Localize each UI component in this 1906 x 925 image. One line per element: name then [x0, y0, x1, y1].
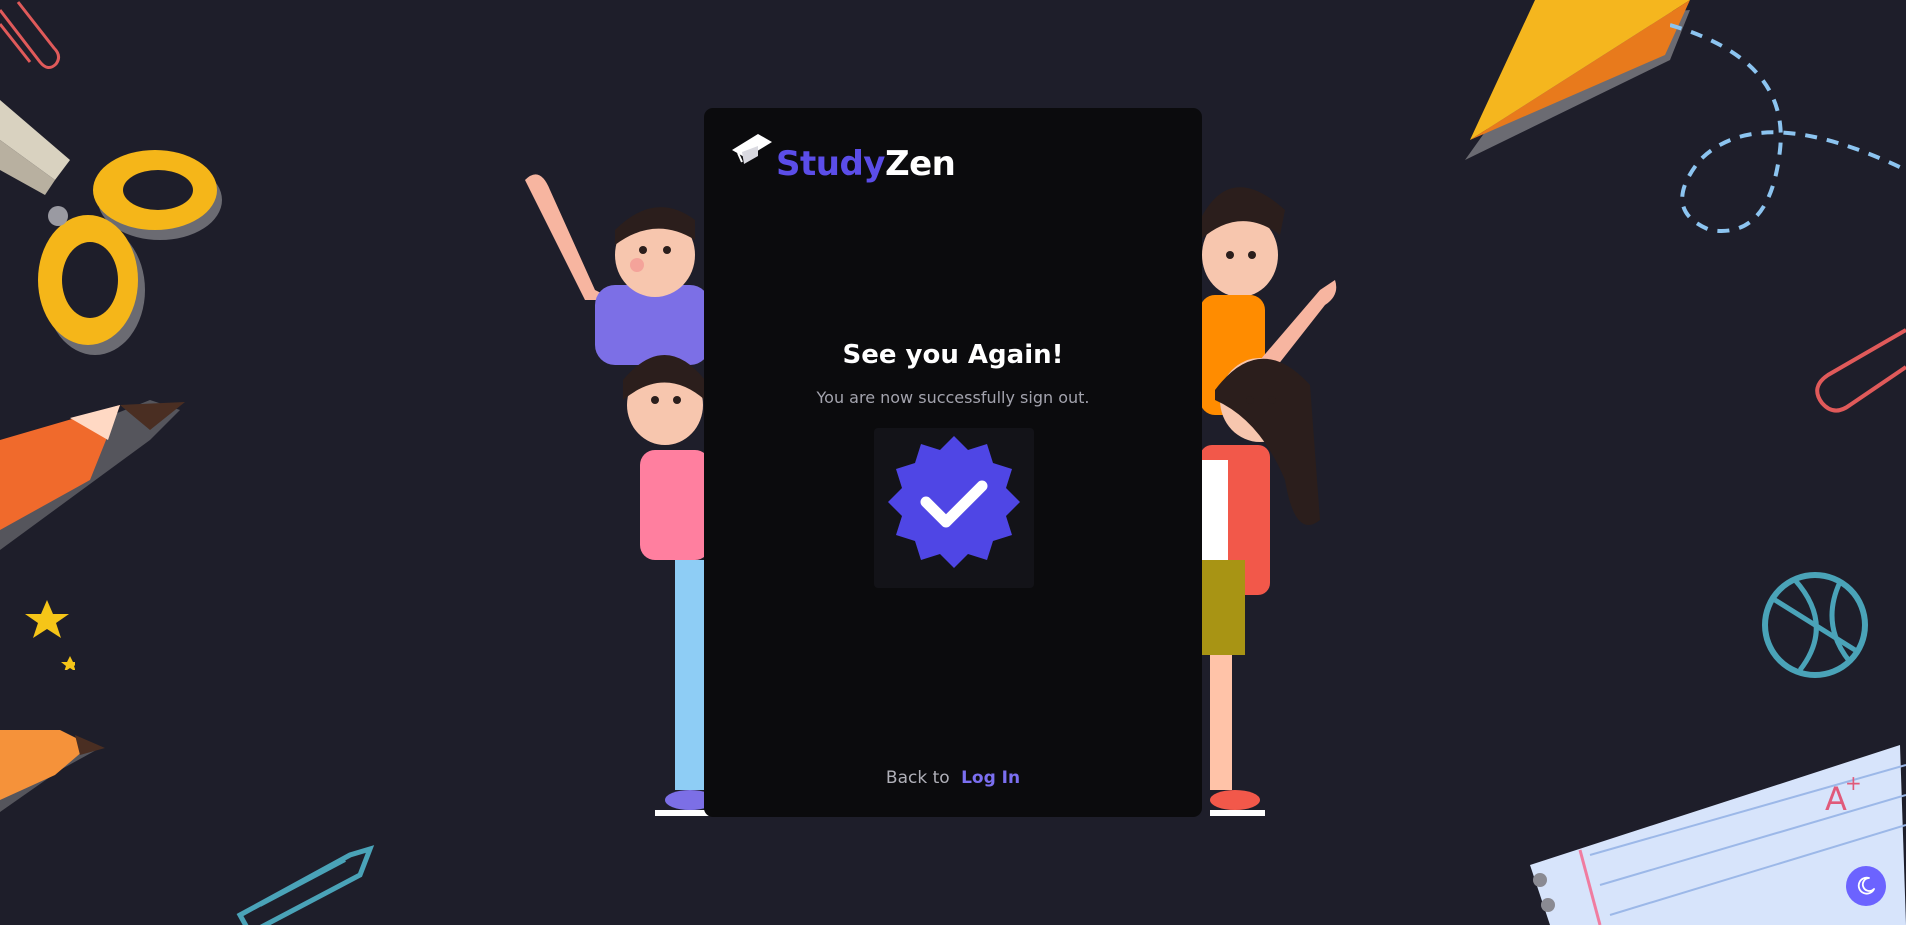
paperclip-right-icon	[1815, 328, 1906, 413]
star-icon	[25, 600, 75, 670]
pencil-small-icon	[0, 730, 105, 812]
verified-check-badge-icon	[888, 436, 1020, 568]
theme-toggle-button[interactable]	[1846, 866, 1886, 906]
students-right-illustration	[1200, 187, 1337, 816]
graduation-cap-icon	[732, 134, 772, 164]
notebook-icon: A +	[1530, 745, 1906, 925]
sign-out-page: A + StudyZen See you Again! You are now …	[0, 0, 1906, 925]
students-left-illustration	[525, 174, 710, 816]
svg-text:A: A	[1825, 780, 1847, 818]
page-title: See you Again!	[842, 340, 1064, 370]
basketball-icon	[1762, 572, 1868, 678]
back-to-login: Back to Log In	[704, 768, 1202, 788]
paperclip-icon	[0, 1, 61, 69]
badge-container	[874, 428, 1034, 588]
pencil-icon	[0, 400, 185, 550]
svg-text:+: +	[1845, 771, 1862, 795]
brand-name-part2: Zen	[884, 144, 956, 184]
paper-plane-icon	[1465, 0, 1690, 160]
pencil-outline-icon	[236, 845, 375, 925]
back-to-text: Back to	[885, 768, 950, 788]
moon-icon	[1857, 876, 1875, 895]
brand-name: StudyZen	[776, 144, 956, 184]
brand-logo[interactable]: StudyZen	[730, 130, 956, 184]
brand-name-part1: Study	[776, 144, 885, 184]
login-link[interactable]: Log In	[961, 768, 1020, 788]
scissors-icon	[0, 100, 222, 355]
dashed-loop-icon	[1670, 23, 1906, 233]
page-subtitle: You are now successfully sign out.	[816, 388, 1090, 407]
sign-out-card: StudyZen See you Again! You are now succ…	[704, 108, 1202, 817]
